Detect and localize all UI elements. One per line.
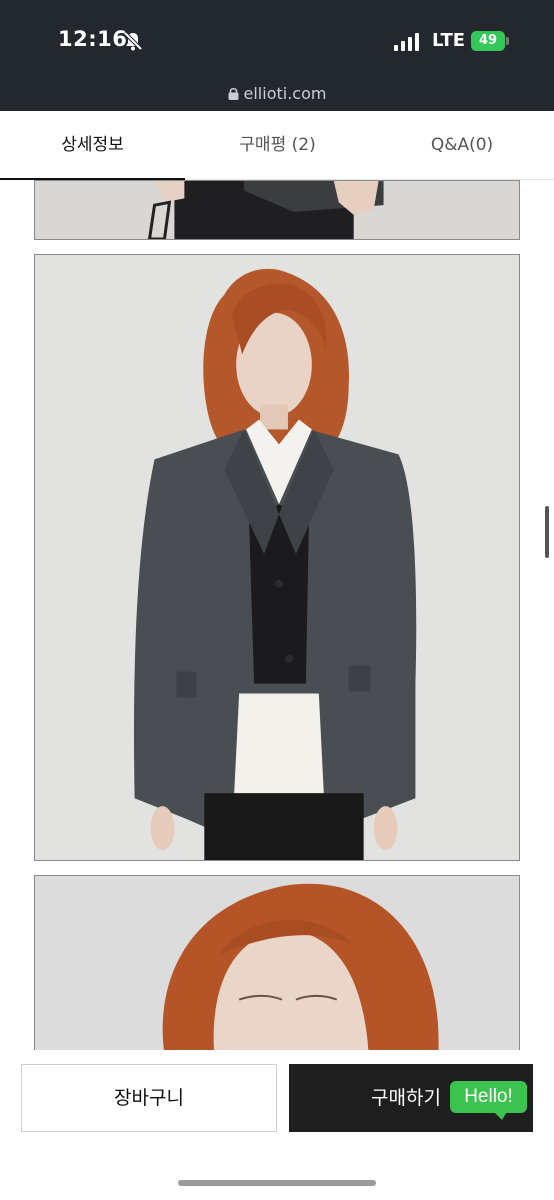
add-to-cart-button[interactable]: 장바구니 xyxy=(21,1064,277,1132)
product-image-3 xyxy=(34,875,520,1055)
chat-badge[interactable]: Hello! xyxy=(450,1081,527,1113)
silent-bell-icon xyxy=(123,31,143,51)
address-bar[interactable]: ellioti.com xyxy=(0,84,554,103)
product-tabs: 상세정보 구매평 (2) Q&A(0) xyxy=(0,111,554,180)
network-type: LTE xyxy=(432,30,466,51)
bottom-action-bar: 장바구니 구매하기 xyxy=(0,1050,554,1200)
tab-details[interactable]: 상세정보 xyxy=(0,111,185,180)
chat-bubble-tail xyxy=(492,1110,508,1120)
product-image-1 xyxy=(34,180,520,240)
scrollbar[interactable] xyxy=(545,506,549,558)
status-time: 12:16 xyxy=(58,27,128,51)
lock-icon xyxy=(228,87,239,100)
battery-level: 49 xyxy=(471,31,505,51)
signal-icon xyxy=(394,33,419,51)
product-image-2 xyxy=(34,254,520,861)
browser-top-bar: 12:16 LTE 49 ellioti.com xyxy=(0,0,554,111)
buy-now-label: 구매하기 xyxy=(371,1087,441,1109)
battery-icon: 49 xyxy=(471,31,509,51)
tab-reviews[interactable]: 구매평 (2) xyxy=(185,111,370,180)
tab-qna[interactable]: Q&A(0) xyxy=(370,111,554,180)
home-indicator[interactable] xyxy=(178,1180,376,1186)
url-text: ellioti.com xyxy=(243,84,327,103)
